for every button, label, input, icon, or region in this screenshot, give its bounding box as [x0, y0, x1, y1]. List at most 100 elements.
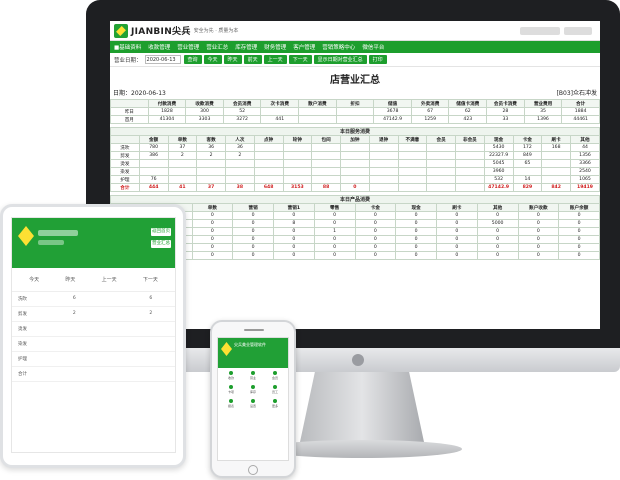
- phone-menu-item[interactable]: 设置: [243, 399, 263, 411]
- table-cell: [397, 151, 428, 160]
- column-header: 会员卡消费: [486, 99, 525, 108]
- tablet-subtitle: [38, 240, 64, 245]
- table-cell: 300: [185, 107, 224, 116]
- tablet-tabs: 今天 昨天 上一天 下一天: [12, 268, 175, 292]
- table-cell: 5045: [483, 159, 514, 168]
- tablet-tab[interactable]: 昨天: [65, 276, 75, 283]
- table-cell: 0: [395, 211, 437, 220]
- phone-menu-item[interactable]: 报表: [221, 399, 241, 411]
- phone-title: 尖兵美业管理软件: [234, 342, 266, 347]
- table-cell: [368, 175, 399, 184]
- nav-item[interactable]: 营销策略中心: [322, 43, 355, 51]
- column-header: 现金: [483, 135, 514, 144]
- total-cell: 合计: [110, 183, 140, 192]
- tablet-row[interactable]: 染发: [12, 337, 175, 352]
- table-cell: 5000: [476, 219, 519, 228]
- column-header: 退钟: [368, 135, 399, 144]
- phone-menu-item[interactable]: 收款: [221, 371, 241, 383]
- table-row: 洗吹 780 37 36 36 5430 172 168 44: [110, 143, 600, 152]
- tablet-header: 返回首页 营业汇总: [12, 218, 175, 268]
- tablet-summary-button[interactable]: 营业汇总: [151, 240, 171, 248]
- table-cell: [340, 159, 370, 168]
- table-cell: [455, 175, 485, 184]
- tablet-device: 返回首页 营业汇总 今天 昨天 上一天 下一天 洗吹 6 6 剪发 2 2 烫发 染发 护理 合计: [0, 204, 186, 468]
- tablet-row-value: [95, 371, 131, 377]
- table-cell: [397, 143, 428, 152]
- logout-link[interactable]: [564, 26, 592, 35]
- nav-item[interactable]: 微信平台: [362, 43, 384, 51]
- table-cell: 0: [191, 211, 234, 220]
- brand-logo-icon: [114, 23, 128, 38]
- nav-item[interactable]: 库存管理: [235, 43, 257, 51]
- toolbar-button[interactable]: 昨天: [223, 55, 242, 64]
- toolbar-button[interactable]: 前天: [243, 55, 262, 64]
- toolbar-button[interactable]: 查询: [183, 55, 202, 64]
- toolbar-button[interactable]: 打印: [368, 55, 387, 64]
- table-cell: 0: [558, 235, 600, 244]
- table-cell: 0: [436, 243, 478, 252]
- column-header: 包间: [311, 135, 341, 144]
- nav-item[interactable]: 营业管理: [177, 43, 199, 51]
- tablet-home-button[interactable]: 返回首页: [151, 228, 171, 236]
- table-cell: 0: [354, 243, 397, 252]
- table-cell: [455, 167, 485, 176]
- nav-item[interactable]: ■基础资料: [114, 43, 141, 51]
- column-header: 零售: [313, 203, 356, 212]
- phone-menu-item[interactable]: 库存: [243, 385, 263, 397]
- table-cell: 67: [410, 107, 450, 116]
- phone-menu-item[interactable]: 会员: [265, 371, 285, 383]
- table-cell: 441: [260, 115, 300, 124]
- table-cell: 76: [138, 175, 169, 184]
- table-cell: 1396: [523, 115, 563, 124]
- tablet-row-value: [95, 356, 131, 362]
- nav-item[interactable]: 营业汇总: [206, 43, 228, 51]
- table-cell: 0: [313, 251, 356, 260]
- table-cell: 532: [483, 175, 514, 184]
- toolbar-button[interactable]: 今天: [203, 55, 222, 64]
- tablet-tab[interactable]: 上一天: [102, 276, 117, 283]
- monitor-stand: [300, 372, 424, 442]
- column-header: 储值: [373, 99, 412, 108]
- table-cell: 172: [512, 143, 543, 152]
- phone-menu-item[interactable]: 更多: [265, 399, 285, 411]
- phone-menu-item[interactable]: 员工: [265, 385, 285, 397]
- total-cell: 842: [541, 183, 571, 192]
- table-cell: [282, 151, 313, 160]
- phone-home-button[interactable]: [248, 465, 258, 475]
- nav-item[interactable]: 财务管理: [264, 43, 286, 51]
- tablet-row[interactable]: 合计: [12, 367, 175, 382]
- nav-item[interactable]: 客户管理: [293, 43, 315, 51]
- tablet-row[interactable]: 洗吹 6 6: [12, 292, 175, 307]
- table-cell: [426, 175, 456, 184]
- nav-item[interactable]: 收款管理: [148, 43, 170, 51]
- menu-item-icon: [229, 399, 233, 403]
- tablet-row[interactable]: 护理: [12, 352, 175, 367]
- toolbar-button[interactable]: 上一天: [263, 55, 287, 64]
- table-cell: 36: [225, 143, 255, 152]
- table-cell: 0: [395, 227, 437, 236]
- table-cell: 0: [476, 227, 519, 236]
- table-cell: 28: [486, 107, 525, 116]
- tablet-tab[interactable]: 下一天: [143, 276, 158, 283]
- column-header: 散户消费: [298, 99, 337, 108]
- table-cell: [282, 175, 313, 184]
- tablet-row[interactable]: 烫发: [12, 322, 175, 337]
- phone-menu-item[interactable]: 卡项: [221, 385, 241, 397]
- table-cell: 33: [486, 115, 525, 124]
- tablet-row[interactable]: 剪发 2 2: [12, 307, 175, 322]
- user-info[interactable]: [520, 26, 560, 35]
- table-cell: [311, 175, 341, 184]
- total-cell: 648: [253, 183, 284, 192]
- tablet-row-name: 洗吹: [18, 297, 27, 302]
- menu-item-icon: [251, 385, 255, 389]
- phone-menu-grid: 收款 营业 会员卡项 库存 员工报表 设置 更多: [218, 368, 288, 414]
- table-cell: 1: [313, 227, 356, 236]
- table-cell: 0: [436, 219, 478, 228]
- phone-menu-item[interactable]: 营业: [243, 371, 263, 383]
- toolbar-button[interactable]: 显示日期对营业汇总: [313, 55, 367, 64]
- table-cell: 386: [138, 151, 169, 160]
- toolbar-button[interactable]: 下一天: [288, 55, 312, 64]
- date-input[interactable]: 2020-06-13: [144, 55, 181, 64]
- tablet-tab[interactable]: 今天: [29, 276, 39, 283]
- table-cell: 首月: [110, 115, 149, 124]
